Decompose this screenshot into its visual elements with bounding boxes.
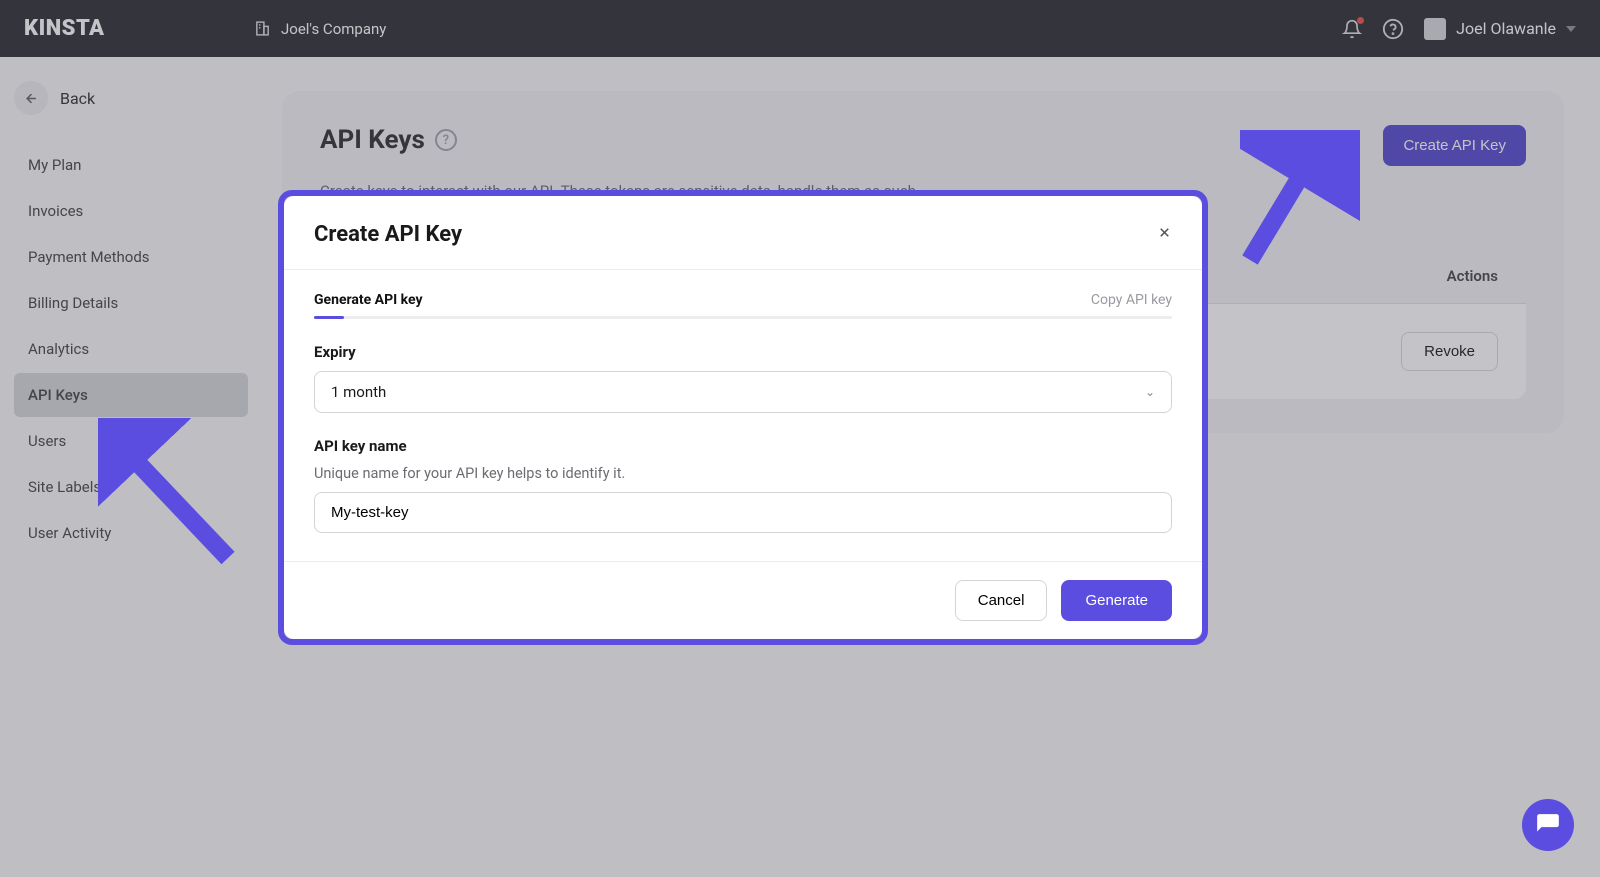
sidebar-item-analytics[interactable]: Analytics [14,327,248,371]
close-button[interactable] [1157,225,1172,245]
chevron-down-icon: ⌄ [1145,385,1155,399]
sidebar-item-api-keys[interactable]: API Keys [14,373,248,417]
sidebar-item-my-plan[interactable]: My Plan [14,143,248,187]
column-actions: Actions [1447,267,1498,285]
company-name: Joel's Company [281,20,386,38]
create-api-key-button[interactable]: Create API Key [1383,125,1526,166]
api-key-name-input[interactable] [314,492,1172,533]
revoke-button[interactable]: Revoke [1401,332,1498,371]
sidebar-item-invoices[interactable]: Invoices [14,189,248,233]
chevron-down-icon [1566,26,1576,32]
user-menu[interactable]: Joel Olawanle [1424,18,1576,40]
arrow-left-icon [24,91,39,106]
sidebar-item-payment-methods[interactable]: Payment Methods [14,235,248,279]
chat-widget-button[interactable] [1522,799,1574,851]
notifications-button[interactable] [1342,19,1362,39]
sidebar-item-users[interactable]: Users [14,419,248,463]
topbar: KINSTA Joel's Company Joel Olawanle [0,0,1600,57]
logo: KINSTA [24,16,254,41]
help-tooltip-icon[interactable]: ? [435,129,457,151]
chat-icon [1535,812,1561,838]
notification-dot [1357,17,1364,24]
back-button[interactable] [14,81,48,115]
company-selector[interactable]: Joel's Company [254,20,386,38]
name-label: API key name [314,437,1172,455]
name-help: Unique name for your API key helps to id… [314,465,1172,482]
expiry-value: 1 month [331,383,386,401]
create-api-key-modal: Create API Key Generate API key Copy API… [284,196,1202,639]
sidebar-item-site-labels[interactable]: Site Labels [14,465,248,509]
sidebar-item-user-activity[interactable]: User Activity [14,511,248,555]
step-copy: Copy API key [1091,292,1172,308]
step-generate: Generate API key [314,292,423,308]
modal-title: Create API Key [314,222,462,247]
avatar [1424,18,1446,40]
sidebar-item-billing-details[interactable]: Billing Details [14,281,248,325]
expiry-label: Expiry [314,343,1172,361]
close-icon [1157,225,1172,240]
help-circle-icon [1382,18,1404,40]
progress-bar [314,316,1172,319]
back-label: Back [60,89,95,108]
page-title: API Keys ? [320,125,457,155]
sidebar: Back My Plan Invoices Payment Methods Bi… [0,57,262,877]
generate-button[interactable]: Generate [1061,580,1172,621]
help-button[interactable] [1382,18,1404,40]
cancel-button[interactable]: Cancel [955,580,1048,621]
user-name: Joel Olawanle [1456,19,1556,38]
expiry-select[interactable]: 1 month ⌄ [314,371,1172,413]
building-icon [254,20,271,37]
